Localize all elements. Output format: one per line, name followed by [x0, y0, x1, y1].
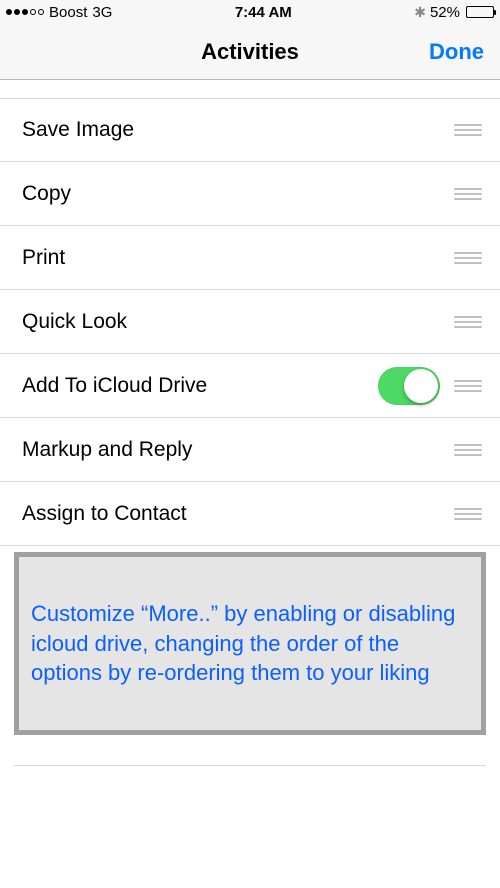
- row-label: Print: [22, 246, 454, 270]
- done-button[interactable]: Done: [429, 39, 484, 65]
- network-label: 3G: [92, 4, 112, 21]
- reorder-handle-icon[interactable]: [454, 312, 482, 332]
- row-print[interactable]: Print: [0, 226, 500, 290]
- row-label: Save Image: [22, 118, 454, 142]
- status-left: Boost 3G: [6, 4, 112, 21]
- reorder-handle-icon[interactable]: [454, 184, 482, 204]
- row-label: Assign to Contact: [22, 502, 454, 526]
- row-markup-and-reply[interactable]: Markup and Reply: [0, 418, 500, 482]
- row-label: Add To iCloud Drive: [22, 374, 378, 398]
- row-copy[interactable]: Copy: [0, 162, 500, 226]
- row-assign-to-contact[interactable]: Assign to Contact: [0, 482, 500, 546]
- reorder-handle-icon[interactable]: [454, 120, 482, 140]
- navbar: Activities Done: [0, 24, 500, 80]
- battery-percent: 52%: [430, 4, 460, 21]
- reorder-handle-icon[interactable]: [454, 440, 482, 460]
- tip-callout: Customize “More..” by enabling or disabl…: [14, 552, 486, 735]
- status-right: ✱ 52%: [414, 4, 494, 21]
- row-label: Quick Look: [22, 310, 454, 334]
- clock: 7:44 AM: [235, 4, 292, 21]
- status-bar: Boost 3G 7:44 AM ✱ 52%: [0, 0, 500, 24]
- toggle-knob: [404, 369, 438, 403]
- row-save-image[interactable]: Save Image: [0, 98, 500, 162]
- row-label: Copy: [22, 182, 454, 206]
- battery-icon: [466, 6, 494, 18]
- icloud-drive-toggle[interactable]: [378, 367, 440, 405]
- row-quick-look[interactable]: Quick Look: [0, 290, 500, 354]
- row-add-to-icloud-drive[interactable]: Add To iCloud Drive: [0, 354, 500, 418]
- row-label: Markup and Reply: [22, 438, 454, 462]
- carrier-label: Boost: [49, 4, 87, 21]
- bluetooth-icon: ✱: [414, 4, 426, 21]
- reorder-handle-icon[interactable]: [454, 504, 482, 524]
- separator: [14, 765, 486, 766]
- signal-strength-icon: [6, 9, 44, 15]
- reorder-handle-icon[interactable]: [454, 376, 482, 396]
- activities-list: Save Image Copy Print Quick Look Add To …: [0, 98, 500, 546]
- page-title: Activities: [201, 39, 299, 65]
- reorder-handle-icon[interactable]: [454, 248, 482, 268]
